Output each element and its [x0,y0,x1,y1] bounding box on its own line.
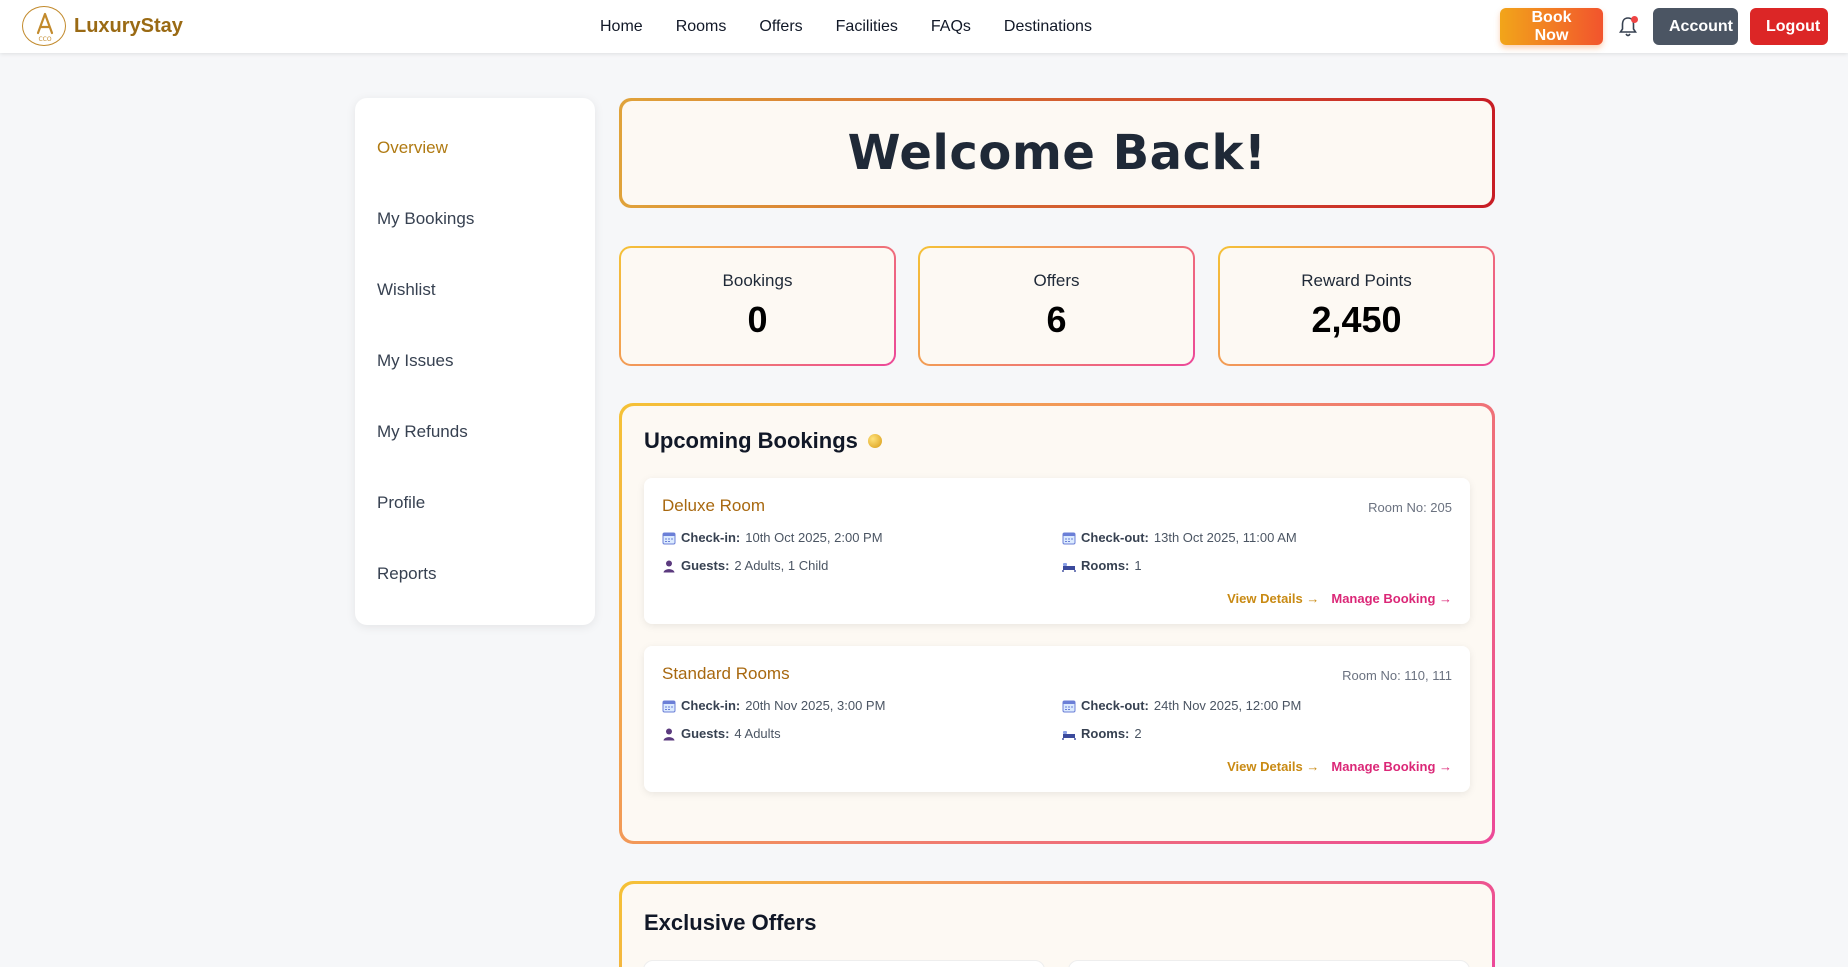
checkout-label: Check-out: [1081,698,1149,713]
sidebar-item-reports[interactable]: Reports [355,564,595,635]
checkout-label: Check-out: [1081,530,1149,545]
nav-home[interactable]: Home [600,18,643,36]
stat-card-inner: Offers 6 [920,248,1193,364]
checkin-label: Check-in: [681,698,741,713]
notification-dot [1631,15,1638,23]
calendar-icon [662,532,676,544]
stat-card-inner: Reward Points 2,450 [1220,248,1493,364]
offer-card[interactable] [643,960,1045,967]
checkout-value: 24th Nov 2025, 12:00 PM [1153,698,1302,713]
svg-text:CCO: CCO [38,36,51,43]
sidebar-item-my-bookings[interactable]: My Bookings [355,209,595,280]
rooms-label: Rooms: [1081,558,1130,573]
stat-card-bookings: Bookings 0 [619,246,896,366]
view-details-link[interactable]: View Details → [1227,759,1319,774]
booking-room-name: Standard Rooms [662,664,790,683]
upcoming-bookings-inner: Upcoming Bookings Deluxe Room Room No: 2… [622,406,1492,841]
booking-checkin: Check-in: 10th Oct 2025, 2:00 PM [662,530,1062,545]
guests-label: Guests: [681,558,730,573]
bed-icon [1062,730,1076,740]
booking-actions: View Details → Manage Booking → [662,591,1452,606]
bed-icon [1062,562,1076,572]
welcome-banner-inner: Welcome Back! [622,101,1492,205]
sidebar-item-profile[interactable]: Profile [355,493,595,564]
nav-rooms[interactable]: Rooms [676,18,727,36]
booking-rooms: Rooms: 1 [1062,558,1452,573]
stat-card-inner: Bookings 0 [621,248,894,364]
calendar-icon [1062,700,1076,712]
upcoming-bookings-panel: Upcoming Bookings Deluxe Room Room No: 2… [619,403,1495,844]
booking-rooms: Rooms: 2 [1062,726,1452,741]
book-now-button[interactable]: Book Now [1500,8,1603,45]
header-actions: Book Now Account Logout [1500,8,1828,45]
checkin-label: Check-in: [681,530,741,545]
view-details-link[interactable]: View Details → [1227,591,1319,606]
top-navbar: CCO LuxuryStay Home Rooms Offers Facilit… [0,0,1848,53]
exclusive-offers-title: Exclusive Offers [644,910,817,935]
rooms-value: 1 [1134,558,1142,573]
stat-value: 6 [1046,299,1067,340]
stat-label: Bookings [722,271,793,290]
calendar-icon [1062,532,1076,544]
welcome-title: Welcome Back! [847,125,1267,181]
guests-value: 4 Adults [734,726,781,741]
manage-booking-link[interactable]: Manage Booking → [1331,591,1452,606]
exclusive-offers-inner: Exclusive Offers [622,884,1492,967]
brand[interactable]: CCO LuxuryStay [22,6,183,46]
guests-label: Guests: [681,726,730,741]
booking-checkout: Check-out: 24th Nov 2025, 12:00 PM [1062,698,1452,713]
person-icon [663,560,675,572]
checkin-value: 20th Nov 2025, 3:00 PM [745,698,886,713]
booking-actions: View Details → Manage Booking → [662,759,1452,774]
booking-card: Deluxe Room Room No: 205 Check-in: 10th … [644,478,1470,624]
nav-destinations[interactable]: Destinations [1004,18,1092,36]
booking-checkout: Check-out: 13th Oct 2025, 11:00 AM [1062,530,1452,545]
upcoming-bookings-heading: Upcoming Bookings [644,428,858,453]
nav-facilities[interactable]: Facilities [836,18,898,36]
brand-name: LuxuryStay [74,14,183,37]
booking-room-number: Room No: 110, 111 [1342,668,1452,683]
account-button[interactable]: Account [1653,8,1738,45]
sidebar-item-my-refunds[interactable]: My Refunds [355,422,595,493]
booking-room-number: Room No: 205 [1368,500,1452,515]
upcoming-bookings-title: Upcoming Bookings [644,428,1470,454]
person-icon [663,728,675,740]
booking-details: Check-in: 10th Oct 2025, 2:00 PM Check-o… [662,530,1452,573]
booking-guests: Guests: 4 Adults [662,726,1062,741]
stat-value: 2,450 [1311,299,1402,340]
logout-button[interactable]: Logout [1750,8,1828,45]
booking-guests: Guests: 2 Adults, 1 Child [662,558,1062,573]
sidebar-item-my-issues[interactable]: My Issues [355,351,595,422]
nav-offers[interactable]: Offers [759,18,802,36]
sidebar-item-wishlist[interactable]: Wishlist [355,280,595,351]
exclusive-offers-panel: Exclusive Offers [619,881,1495,967]
dashboard-sidebar: Overview My Bookings Wishlist My Issues … [355,98,595,625]
brand-logo-icon: CCO [22,6,66,46]
checkin-value: 10th Oct 2025, 2:00 PM [745,530,883,545]
offer-card[interactable] [1068,960,1470,967]
booking-checkin: Check-in: 20th Nov 2025, 3:00 PM [662,698,1062,713]
stat-label: Offers [1033,271,1080,290]
checkout-value: 13th Oct 2025, 11:00 AM [1153,530,1297,545]
booking-card: Standard Rooms Room No: 110, 111 Check-i… [644,646,1470,792]
manage-booking-link[interactable]: Manage Booking → [1331,759,1452,774]
rooms-value: 2 [1134,726,1142,741]
welcome-banner: Welcome Back! [619,98,1495,208]
sidebar-item-overview[interactable]: Overview [355,138,595,209]
booking-room-name: Deluxe Room [662,496,765,515]
stat-label: Reward Points [1301,271,1412,290]
notification-bell-icon[interactable] [1615,12,1641,42]
rooms-label: Rooms: [1081,726,1130,741]
calendar-icon [662,700,676,712]
coin-icon [867,434,882,448]
stat-card-offers: Offers 6 [918,246,1195,366]
booking-details: Check-in: 20th Nov 2025, 3:00 PM Check-o… [662,698,1452,741]
stat-card-reward-points: Reward Points 2,450 [1218,246,1495,366]
guests-value: 2 Adults, 1 Child [734,558,829,573]
nav-faqs[interactable]: FAQs [931,18,971,36]
stat-value: 0 [747,299,768,340]
main-nav: Home Rooms Offers Facilities FAQs Destin… [600,0,1092,53]
